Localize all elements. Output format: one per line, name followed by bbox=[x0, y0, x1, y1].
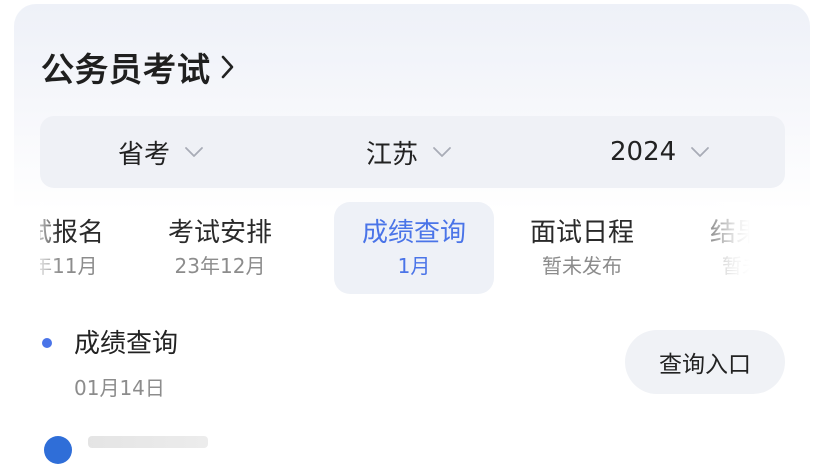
chevron-right-icon bbox=[221, 53, 239, 81]
card-title-link[interactable]: 公务员考试 bbox=[41, 42, 239, 92]
tab-result[interactable]: 结果公示 暂未发布 bbox=[682, 202, 750, 294]
tab-date: 23年12月 bbox=[174, 254, 266, 278]
tab-name: 考试安排 bbox=[167, 218, 272, 248]
next-item-icon bbox=[44, 436, 72, 464]
tab-date: 暂未发布 bbox=[542, 254, 622, 278]
tab-date: 23年11月 bbox=[40, 254, 98, 278]
exam-card: 公务员考试 省考 江苏 2024 考试报名 23年11月 bbox=[14, 4, 810, 464]
chevron-down-icon bbox=[432, 146, 452, 158]
tab-date: 暂未发布 bbox=[722, 254, 750, 278]
tab-date: 1月 bbox=[397, 254, 431, 278]
bullet-dot-icon bbox=[42, 338, 52, 348]
filter-province[interactable]: 江苏 bbox=[366, 116, 452, 188]
tab-interview[interactable]: 面试日程 暂未发布 bbox=[502, 202, 662, 294]
tab-name: 考试报名 bbox=[40, 218, 104, 248]
filter-year-label: 2024 bbox=[610, 137, 677, 167]
filter-year[interactable]: 2024 bbox=[610, 116, 710, 188]
filter-exam-type[interactable]: 省考 bbox=[118, 116, 204, 188]
chevron-down-icon bbox=[184, 146, 204, 158]
chevron-down-icon bbox=[690, 146, 710, 158]
stage-detail: 成绩查询 01月14日 查询入口 bbox=[40, 326, 785, 416]
tab-name: 面试日程 bbox=[529, 218, 634, 248]
filter-exam-type-label: 省考 bbox=[118, 139, 171, 170]
next-item-placeholder bbox=[88, 436, 208, 448]
filter-bar: 省考 江苏 2024 bbox=[40, 116, 785, 188]
tab-name: 成绩查询 bbox=[361, 218, 466, 248]
detail-date: 01月14日 bbox=[74, 376, 165, 400]
query-entry-button[interactable]: 查询入口 bbox=[625, 330, 785, 394]
detail-title: 成绩查询 bbox=[74, 329, 179, 359]
page-title: 公务员考试 bbox=[41, 50, 211, 89]
tab-schedule[interactable]: 考试安排 23年12月 bbox=[140, 202, 300, 294]
tab-score-query[interactable]: 成绩查询 1月 bbox=[334, 202, 494, 294]
tab-registration[interactable]: 考试报名 23年11月 bbox=[40, 202, 132, 294]
tab-name: 结果公示 bbox=[709, 218, 750, 248]
filter-province-label: 江苏 bbox=[366, 139, 419, 170]
timeline-tabs[interactable]: 考试报名 23年11月 考试安排 23年12月 成绩查询 1月 面试日程 暂未发… bbox=[40, 202, 750, 302]
